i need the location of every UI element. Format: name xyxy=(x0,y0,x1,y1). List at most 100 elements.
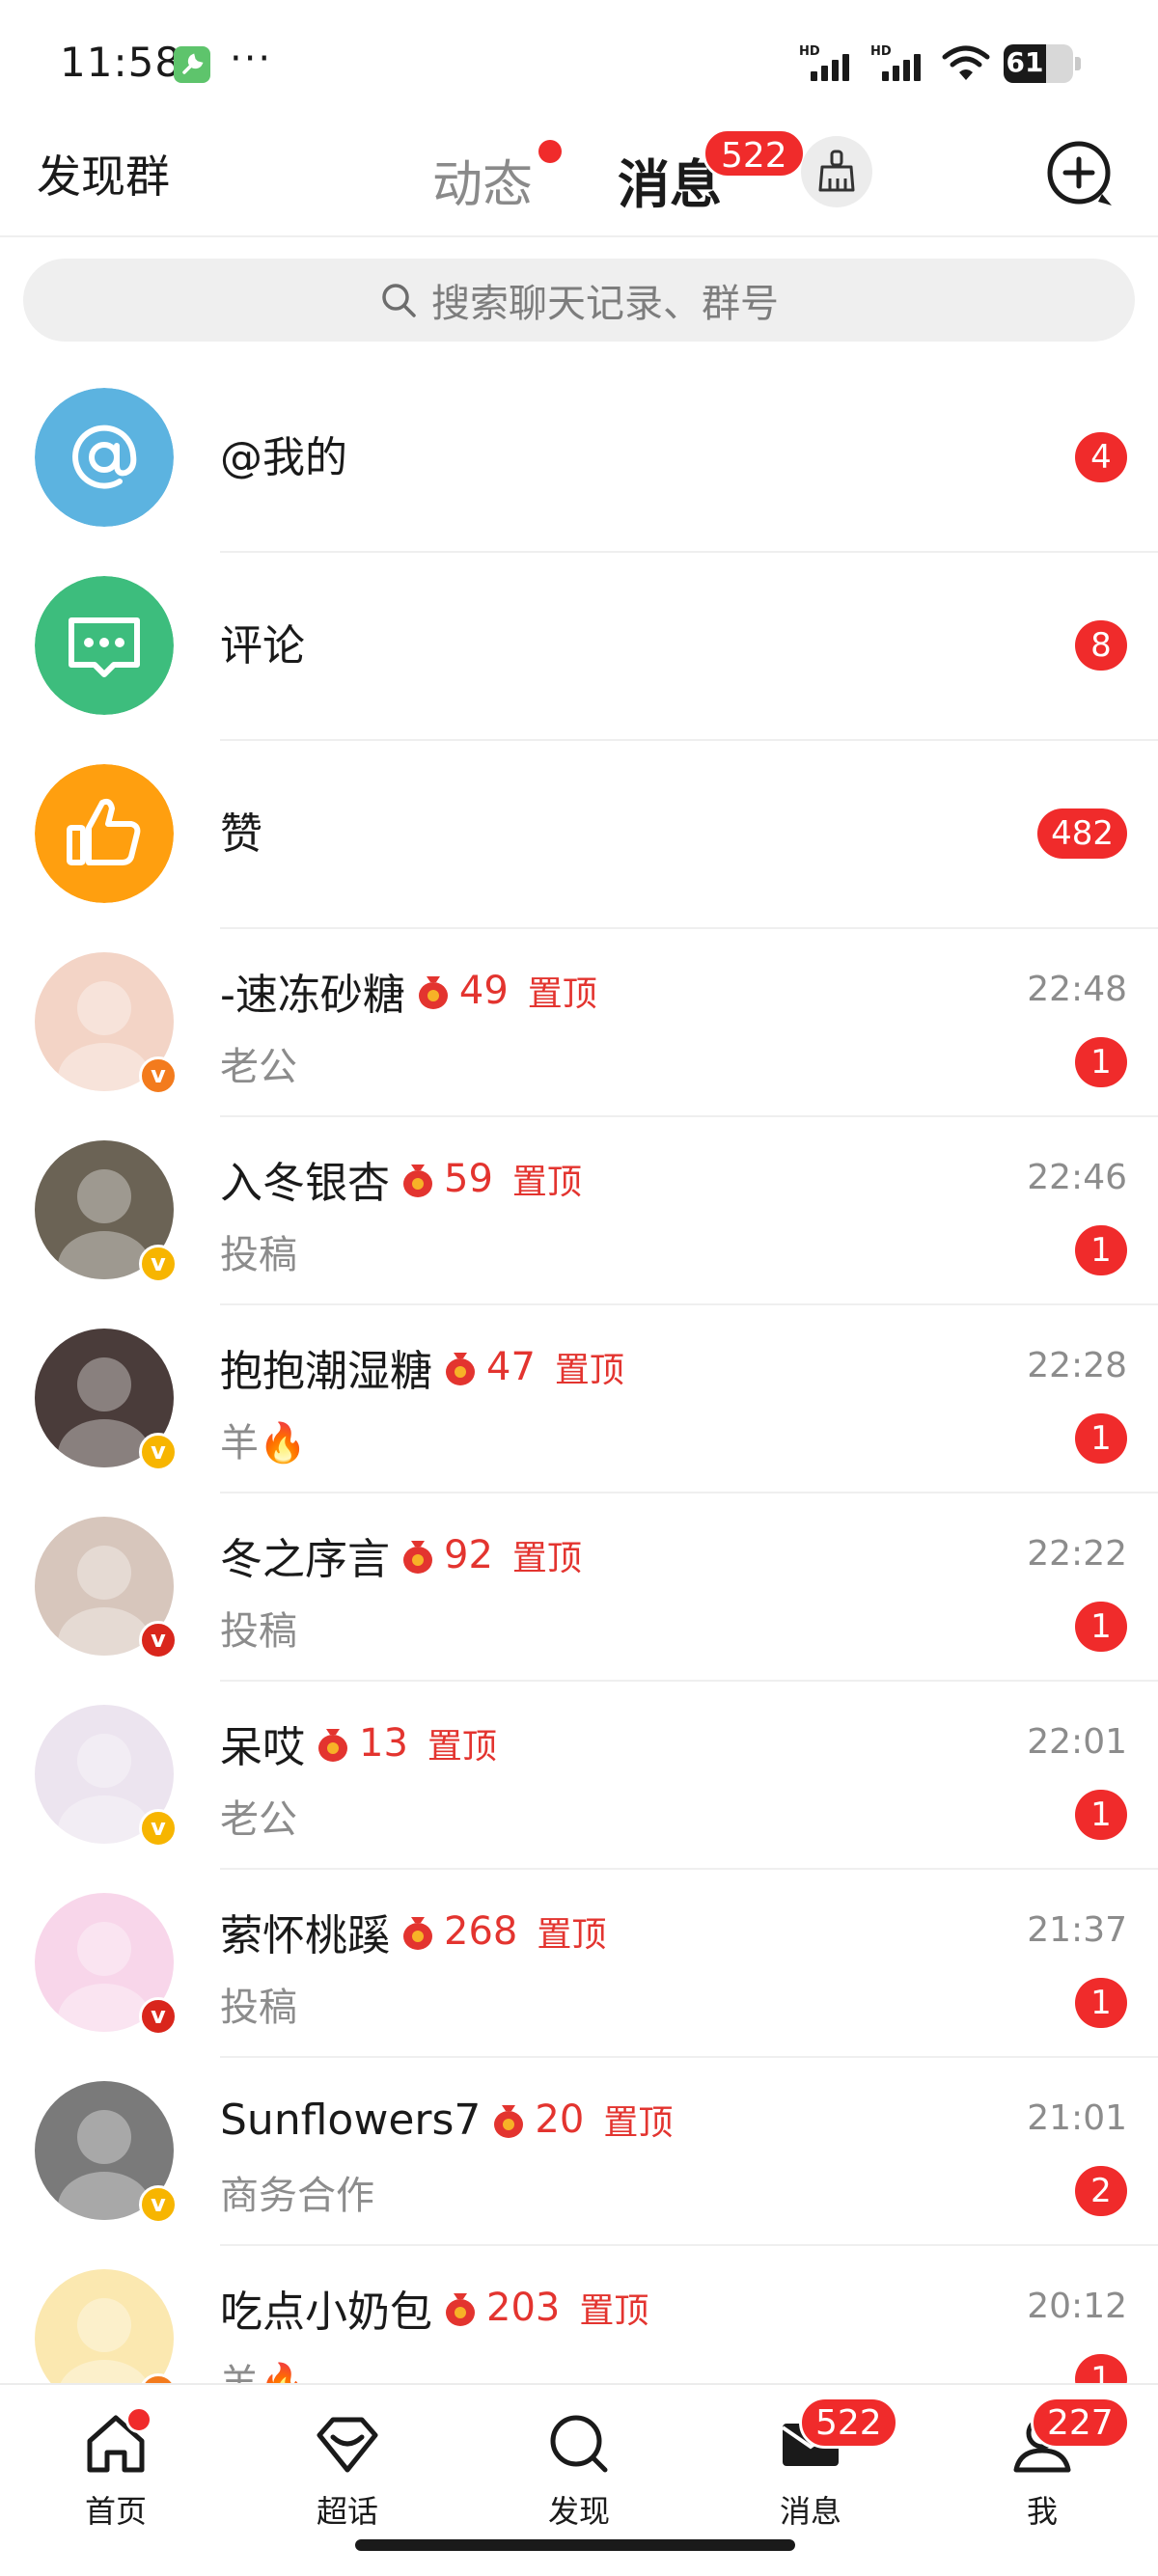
new-chat-icon[interactable] xyxy=(1044,138,1117,211)
message-time: 21:01 xyxy=(1027,2098,1127,2138)
verified-badge-icon: v xyxy=(139,1245,178,1283)
likes-avatar xyxy=(35,764,174,903)
chat-name: 呆哎 xyxy=(220,1723,305,1772)
status-bar: 11:58 ··· HD HD 61 xyxy=(0,0,1158,125)
battery-icon: 61 xyxy=(1004,44,1073,83)
fan-level: 59 xyxy=(444,1157,493,1201)
list-item-likes[interactable]: 赞 482 xyxy=(0,741,1158,929)
nav-super-topic[interactable]: 超话 xyxy=(232,2398,463,2543)
chat-name: 冬之序言 xyxy=(220,1535,390,1584)
message-time: 22:01 xyxy=(1027,1722,1127,1762)
nav-me[interactable]: 227 我 xyxy=(926,2397,1158,2543)
chat-list-item[interactable]: v 冬之序言 92 置顶投稿 22:22 1 xyxy=(0,1494,1158,1682)
pinned-label: 置顶 xyxy=(427,1727,497,1767)
nav-label: 消息 xyxy=(779,2493,841,2530)
top-header: 发现群 动态 消息 522 xyxy=(0,128,1158,236)
message-preview: 投稿 xyxy=(220,1609,297,1654)
nav-discover[interactable]: 发现 xyxy=(463,2398,695,2543)
unread-badge: 1 xyxy=(1075,1602,1127,1652)
chat-name: -速冻砂糖 xyxy=(220,971,405,1020)
unread-badge: 4 xyxy=(1075,432,1127,482)
list-item-mentions[interactable]: @我的 4 xyxy=(0,365,1158,553)
chat-list-item[interactable]: v -速冻砂糖 49 置顶老公 22:48 1 xyxy=(0,929,1158,1117)
fan-level: 203 xyxy=(486,2286,561,2330)
search-icon xyxy=(550,2415,608,2473)
list-item-comments[interactable]: 评论 8 xyxy=(0,553,1158,741)
chat-list-item[interactable]: v 抱抱潮湿糖 47 置顶 羊🔥 22:28 1 xyxy=(0,1305,1158,1494)
fan-group-bag-icon xyxy=(398,1911,438,1952)
broom-icon xyxy=(818,150,855,192)
unread-badge: 1 xyxy=(1075,1037,1127,1087)
nav-label: 超话 xyxy=(316,2493,378,2530)
message-preview: 投稿 xyxy=(220,1986,297,2030)
unread-badge: 482 xyxy=(1037,808,1127,859)
verified-badge-icon: v xyxy=(139,1997,178,2036)
search-input[interactable]: 搜索聊天记录、群号 xyxy=(23,259,1135,342)
diamond-icon xyxy=(317,2417,378,2473)
discover-group-button[interactable]: 发现群 xyxy=(37,142,170,206)
fan-level: 92 xyxy=(444,1533,493,1577)
message-preview: 老公 xyxy=(220,1045,297,1089)
more-notifications-icon: ··· xyxy=(230,37,273,81)
signal-icon: HD xyxy=(870,44,928,83)
feed-unread-dot xyxy=(538,140,562,163)
unread-badge: 8 xyxy=(1075,620,1127,671)
verified-badge-icon: v xyxy=(139,1056,178,1095)
search-icon xyxy=(382,284,416,317)
fan-level: 47 xyxy=(486,1345,536,1389)
verified-badge-icon: v xyxy=(139,1621,178,1659)
fan-group-bag-icon xyxy=(440,1347,481,1387)
fan-group-bag-icon xyxy=(313,1723,353,1764)
fan-group-bag-icon xyxy=(413,971,454,1011)
message-time: 20:12 xyxy=(1027,2287,1127,2326)
unread-badge: 1 xyxy=(1075,1225,1127,1275)
chat-list-item[interactable]: v 入冬银杏 59 置顶 投稿 22:46 1 xyxy=(0,1117,1158,1305)
message-time: 22:28 xyxy=(1027,1346,1127,1385)
fan-group-bag-icon xyxy=(488,2099,529,2140)
verified-badge-icon: v xyxy=(139,1809,178,1848)
pinned-label: 置顶 xyxy=(511,1539,582,1578)
unread-badge: 1 xyxy=(1075,1413,1127,1464)
message-preview: 老公 xyxy=(220,1797,297,1842)
signal-icon: HD xyxy=(799,44,857,83)
chat-list-item[interactable]: v Sunflowers7 20 置顶 商务合作 21:01 2 xyxy=(0,2058,1158,2246)
nav-home[interactable]: 首页 xyxy=(0,2398,232,2543)
message-time: 22:22 xyxy=(1027,1534,1127,1574)
chat-name: Sunflowers7 xyxy=(220,2095,482,2145)
list-item-title: @我的 xyxy=(220,433,347,482)
message-preview: 羊🔥 xyxy=(220,1421,307,1466)
app-notification-icon xyxy=(174,46,210,83)
profile-nav-badge: 227 xyxy=(1031,2397,1130,2449)
fan-group-bag-icon xyxy=(398,1535,438,1576)
message-time: 22:46 xyxy=(1027,1158,1127,1197)
pinned-label: 置顶 xyxy=(511,1163,582,1202)
header-divider xyxy=(0,235,1158,237)
nav-messages[interactable]: 522 消息 xyxy=(695,2397,926,2543)
pinned-label: 置顶 xyxy=(603,2103,674,2143)
status-time: 11:58 xyxy=(60,39,182,86)
chat-name: 入冬银杏 xyxy=(220,1159,390,1208)
chat-list-item[interactable]: v 萦怀桃蹊 268 置顶 投稿 21:37 1 xyxy=(0,1870,1158,2058)
pinned-label: 置顶 xyxy=(527,974,597,1014)
unread-badge: 1 xyxy=(1075,1978,1127,2028)
fan-group-bag-icon xyxy=(440,2288,481,2328)
search-placeholder: 搜索聊天记录、群号 xyxy=(431,282,779,326)
chat-list-item[interactable]: v 呆哎 13 置顶 老公 22:01 1 xyxy=(0,1682,1158,1870)
messages-nav-badge: 522 xyxy=(799,2397,898,2449)
chat-name: 抱抱潮湿糖 xyxy=(220,1347,432,1396)
chat-name: 吃点小奶包 xyxy=(220,2288,432,2337)
list-item-title: 赞 xyxy=(220,809,262,859)
clear-unread-button[interactable] xyxy=(801,136,872,207)
fan-level: 49 xyxy=(458,969,509,1013)
nav-label: 我 xyxy=(1026,2493,1058,2530)
message-time: 22:48 xyxy=(1027,970,1127,1009)
fan-level: 13 xyxy=(359,1721,408,1766)
verified-badge-icon: v xyxy=(139,1433,178,1471)
home-unread-dot xyxy=(125,2406,152,2433)
tab-feed[interactable]: 动态 xyxy=(432,144,533,216)
mentions-avatar xyxy=(35,388,174,527)
fan-level: 20 xyxy=(535,2097,585,2142)
pinned-label: 置顶 xyxy=(537,1915,607,1955)
wifi-icon xyxy=(942,45,990,80)
messages-count-badge: 522 xyxy=(703,128,806,178)
